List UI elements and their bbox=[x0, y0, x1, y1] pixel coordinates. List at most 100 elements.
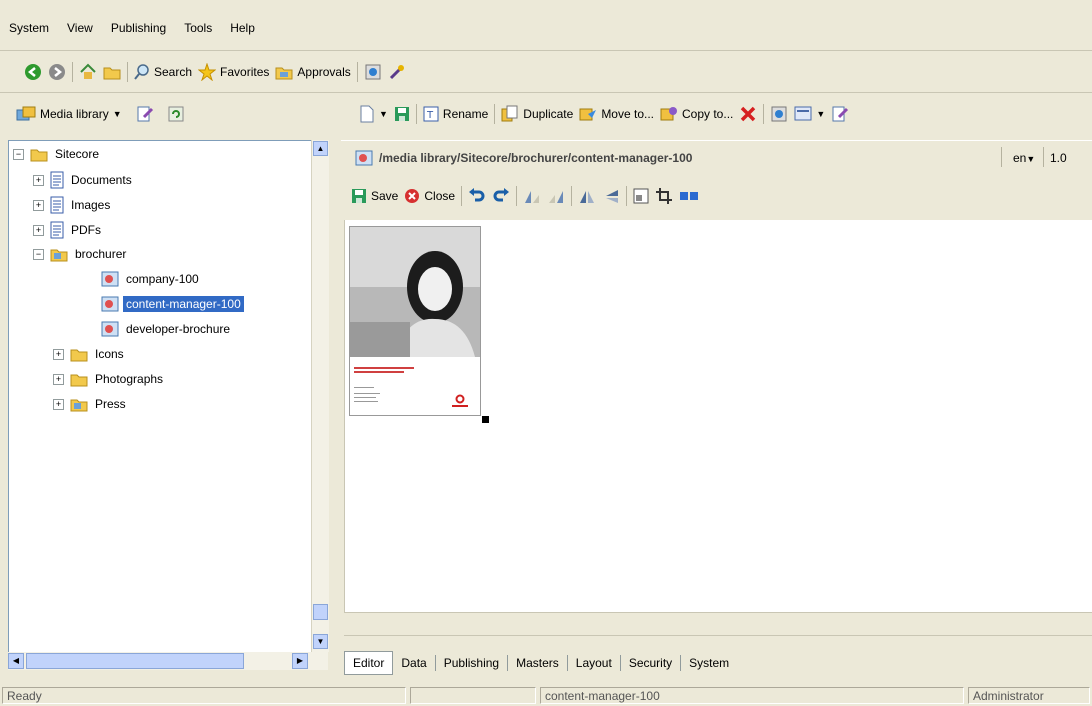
tree-item-company-100[interactable]: company-100 bbox=[101, 269, 202, 289]
toolbar-separator bbox=[127, 62, 128, 82]
tree-label: Sitecore bbox=[55, 147, 100, 161]
scroll-right-arrow-icon[interactable]: ▶ bbox=[292, 653, 308, 669]
close-button[interactable]: Close bbox=[404, 188, 455, 204]
rename-button[interactable]: T Rename bbox=[423, 106, 488, 122]
duplicate-button[interactable]: Duplicate bbox=[501, 105, 573, 123]
tools-button[interactable] bbox=[388, 63, 406, 81]
folder-icon bbox=[70, 347, 88, 362]
tree-item-press[interactable]: + Press bbox=[53, 394, 129, 414]
expand-icon[interactable]: + bbox=[53, 373, 64, 385]
tree-label: developer-brochure bbox=[126, 322, 231, 336]
resize-button[interactable] bbox=[633, 188, 649, 204]
edit-item-button[interactable] bbox=[136, 105, 154, 123]
tree-item-brochurer[interactable]: − brochurer bbox=[33, 244, 129, 264]
divider bbox=[0, 50, 1092, 51]
collapse-icon[interactable]: − bbox=[33, 248, 44, 260]
document-icon bbox=[50, 221, 64, 239]
media-library-icon bbox=[16, 106, 36, 122]
menu-bar: System View Publishing Tools Help bbox=[0, 8, 1092, 48]
image-icon bbox=[101, 321, 119, 337]
tree-item-icons[interactable]: + Icons bbox=[53, 344, 127, 364]
scroll-thumb[interactable] bbox=[313, 604, 328, 620]
tree-item-developer-brochure[interactable]: developer-brochure bbox=[101, 319, 233, 339]
tree-item-photographs[interactable]: + Photographs bbox=[53, 369, 166, 389]
menu-help[interactable]: Help bbox=[221, 21, 264, 35]
preview-button[interactable] bbox=[364, 63, 382, 81]
resize-icon bbox=[633, 188, 649, 204]
tab-data[interactable]: Data bbox=[393, 652, 434, 674]
delete-button[interactable] bbox=[739, 105, 757, 123]
move-to-label: Move to... bbox=[601, 107, 654, 121]
media-library-label: Media library bbox=[40, 107, 109, 121]
redo-button[interactable] bbox=[492, 188, 510, 204]
tab-security[interactable]: Security bbox=[621, 652, 680, 674]
tree-vertical-scrollbar[interactable]: ▲ ▼ bbox=[311, 140, 329, 652]
resize-handle[interactable] bbox=[482, 416, 489, 423]
forward-arrow-icon bbox=[48, 63, 66, 81]
rotate-left-button[interactable] bbox=[523, 188, 541, 204]
workflow-dropdown[interactable]: ▼ bbox=[794, 105, 825, 123]
undo-button[interactable] bbox=[468, 188, 486, 204]
tree-item-documents[interactable]: + Documents bbox=[33, 170, 135, 190]
tab-layout[interactable]: Layout bbox=[568, 652, 620, 674]
tab-system[interactable]: System bbox=[681, 652, 737, 674]
save-label: Save bbox=[371, 189, 399, 203]
preview-item-button[interactable] bbox=[770, 105, 788, 123]
expand-icon[interactable]: + bbox=[33, 174, 44, 186]
delete-x-icon bbox=[739, 105, 757, 123]
tree-item-images[interactable]: + Images bbox=[33, 195, 113, 215]
expand-icon[interactable]: + bbox=[53, 348, 64, 360]
tab-editor[interactable]: Editor bbox=[344, 651, 394, 675]
refresh-button[interactable] bbox=[168, 106, 184, 122]
version-value: 1.0 bbox=[1050, 151, 1067, 165]
forward-button[interactable] bbox=[48, 63, 66, 81]
compare-button[interactable] bbox=[679, 190, 699, 202]
scroll-up-arrow-icon[interactable]: ▲ bbox=[313, 141, 328, 156]
approvals-button[interactable]: Approvals bbox=[275, 64, 351, 80]
new-item-button[interactable]: ▼ bbox=[359, 105, 388, 123]
menu-tools[interactable]: Tools bbox=[175, 21, 221, 35]
main-toolbar: Search Favorites Approvals bbox=[0, 52, 1092, 92]
open-folder-button[interactable] bbox=[103, 64, 121, 80]
tab-publishing[interactable]: Publishing bbox=[436, 652, 507, 674]
flip-horizontal-button[interactable] bbox=[578, 188, 596, 204]
expand-icon[interactable]: + bbox=[33, 224, 44, 236]
menu-publishing[interactable]: Publishing bbox=[102, 21, 175, 35]
collapse-icon[interactable]: − bbox=[13, 148, 24, 160]
flip-vertical-button[interactable] bbox=[602, 188, 620, 204]
expand-icon[interactable]: + bbox=[53, 398, 64, 410]
favorites-button[interactable]: Favorites bbox=[198, 63, 269, 81]
duplicate-label: Duplicate bbox=[523, 107, 574, 121]
menu-view[interactable]: View bbox=[58, 21, 102, 35]
menu-system[interactable]: System bbox=[0, 21, 58, 35]
save-button[interactable]: Save bbox=[351, 188, 398, 204]
brochure-image[interactable] bbox=[349, 226, 481, 416]
tree-horizontal-scrollbar[interactable]: ◀ ▶ bbox=[8, 652, 328, 670]
brochure-cover-image bbox=[350, 227, 480, 407]
divider bbox=[0, 92, 1092, 93]
expand-icon[interactable]: + bbox=[33, 199, 44, 211]
image-icon bbox=[101, 271, 119, 287]
scroll-down-arrow-icon[interactable]: ▼ bbox=[313, 634, 328, 649]
media-library-dropdown[interactable]: Media library ▼ bbox=[16, 106, 122, 122]
edit-item-right-button[interactable] bbox=[831, 105, 849, 123]
scroll-thumb[interactable] bbox=[26, 653, 244, 669]
copy-to-button[interactable]: Copy to... bbox=[660, 105, 733, 123]
back-button[interactable] bbox=[24, 63, 42, 81]
rotate-right-button[interactable] bbox=[547, 188, 565, 204]
tree-item-sitecore[interactable]: − Sitecore bbox=[13, 144, 102, 164]
search-button[interactable]: Search bbox=[134, 64, 192, 80]
tab-masters[interactable]: Masters bbox=[508, 652, 567, 674]
move-to-button[interactable]: Move to... bbox=[579, 105, 654, 123]
tree-item-content-manager-100[interactable]: content-manager-100 bbox=[101, 294, 244, 314]
image-editor-toolbar: Save Close bbox=[341, 178, 1092, 214]
version-dropdown[interactable]: 1.0 bbox=[1050, 151, 1067, 165]
scroll-left-arrow-icon[interactable]: ◀ bbox=[8, 653, 24, 669]
language-dropdown[interactable]: en▼ bbox=[1013, 151, 1035, 165]
item-path: /media library/Sitecore/brochurer/conten… bbox=[379, 151, 693, 165]
crop-button[interactable] bbox=[655, 187, 673, 205]
tree-item-pdfs[interactable]: + PDFs bbox=[33, 220, 104, 240]
save-item-button[interactable] bbox=[394, 106, 410, 122]
document-icon bbox=[50, 171, 64, 189]
home-button[interactable] bbox=[79, 63, 97, 81]
